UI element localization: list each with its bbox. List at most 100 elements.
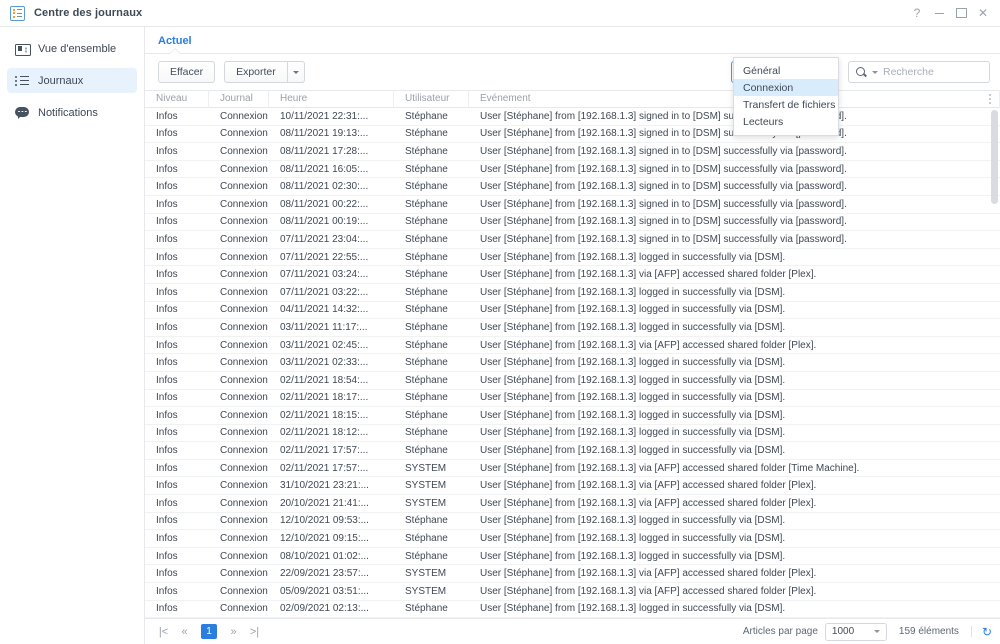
- cell-niveau: Infos: [156, 445, 178, 457]
- table-row[interactable]: Infos Connexion 05/09/2021 03:51:... SYSTEM…: [145, 583, 1000, 601]
- search-input[interactable]: Recherche: [848, 61, 990, 83]
- column-header-niveau[interactable]: Niveau: [145, 90, 209, 108]
- table-row[interactable]: Infos Connexion 12/10/2021 09:15:... Stépha…: [145, 530, 1000, 548]
- table-row[interactable]: Infos Connexion 02/09/2021 02:13:... Stépha…: [145, 601, 1000, 618]
- cell-utilisateur: SYSTEM: [405, 585, 447, 597]
- cell-journal: Connexion: [220, 233, 268, 245]
- cell-heure: 22/09/2021 23:57:...: [280, 568, 369, 580]
- search-placeholder: Recherche: [883, 66, 934, 78]
- cell-journal: Connexion: [220, 392, 268, 404]
- table-row[interactable]: Infos Connexion 20/10/2021 21:41:... SYSTEM…: [145, 495, 1000, 513]
- table-row[interactable]: Infos Connexion 03/11/2021 11:17:... Stépha…: [145, 319, 1000, 337]
- cell-heure: 31/10/2021 23:21:...: [280, 480, 369, 492]
- table-row[interactable]: Infos Connexion 02/11/2021 18:54:... Stépha…: [145, 372, 1000, 390]
- export-dropdown-button[interactable]: [287, 61, 305, 83]
- last-page-icon[interactable]: >|: [244, 624, 265, 640]
- menu-item-general[interactable]: Général: [734, 62, 838, 79]
- cell-journal: Connexion: [220, 145, 268, 157]
- tab-actuel[interactable]: Actuel: [158, 35, 192, 54]
- refresh-icon[interactable]: ↻: [982, 625, 992, 639]
- table-row[interactable]: Infos Connexion 08/10/2021 01:02:... Stépha…: [145, 548, 1000, 566]
- page-number-1[interactable]: 1: [201, 624, 217, 639]
- table-row[interactable]: Infos Connexion 08/11/2021 16:05:... Stépha…: [145, 161, 1000, 179]
- table-scrollbar[interactable]: [991, 110, 998, 204]
- per-page-value: 1000: [831, 626, 855, 637]
- table-row[interactable]: Infos Connexion 12/10/2021 09:53:... Stépha…: [145, 513, 1000, 531]
- logs-icon: [15, 74, 29, 88]
- first-page-icon[interactable]: |<: [153, 624, 174, 640]
- table-header: Niveau Journal Heure Utilisateur Evéneme…: [145, 90, 1000, 108]
- table-row[interactable]: Infos Connexion 31/10/2021 23:21:... SYSTEM…: [145, 477, 1000, 496]
- cell-journal: Connexion: [220, 304, 268, 316]
- cell-heure: 02/11/2021 17:57:...: [280, 462, 369, 474]
- cell-evenement: User [Stéphane] from [192.168.1.3] logge…: [480, 515, 786, 527]
- cell-heure: 08/11/2021 17:28:...: [280, 145, 369, 157]
- table-row[interactable]: Infos Connexion 07/11/2021 22:55:... Stépha…: [145, 249, 1000, 267]
- sidebar: Vue d'ensemble Journaux Notifications: [0, 27, 145, 644]
- cell-utilisateur: SYSTEM: [405, 480, 447, 492]
- menu-item-connexion[interactable]: Connexion: [734, 79, 838, 96]
- cell-journal: Connexion: [220, 603, 268, 615]
- table-row[interactable]: Infos Connexion 02/11/2021 17:57:... Stépha…: [145, 442, 1000, 460]
- table-row[interactable]: Infos Connexion 08/11/2021 00:22:... Stépha…: [145, 196, 1000, 214]
- table-row[interactable]: Infos Connexion 07/11/2021 03:22:... Stépha…: [145, 284, 1000, 302]
- cell-heure: 07/11/2021 03:24:...: [280, 269, 369, 281]
- cell-niveau: Infos: [156, 181, 178, 193]
- clear-button[interactable]: Effacer: [158, 61, 216, 83]
- table-row[interactable]: Infos Connexion 08/11/2021 19:13:... Stépha…: [145, 126, 1000, 144]
- menu-item-transfert-de-fichiers[interactable]: Transfert de fichiers: [734, 96, 838, 113]
- table-row[interactable]: Infos Connexion 08/11/2021 17:28:... Stépha…: [145, 143, 1000, 161]
- table-row[interactable]: Infos Connexion 08/11/2021 02:30:... Stépha…: [145, 178, 1000, 196]
- table-row[interactable]: Infos Connexion 10/11/2021 22:31:... Stépha…: [145, 108, 1000, 126]
- table-row[interactable]: Infos Connexion 08/11/2021 00:19:... Stépha…: [145, 214, 1000, 232]
- sidebar-item-label: Notifications: [38, 106, 98, 119]
- log-type-dropdown-menu: Général Connexion Transfert de fichiers …: [733, 57, 839, 136]
- cell-heure: 08/11/2021 16:05:...: [280, 163, 369, 175]
- next-page-icon[interactable]: »: [223, 624, 244, 640]
- column-options-icon[interactable]: [989, 94, 992, 106]
- table-row[interactable]: Infos Connexion 02/11/2021 18:15:... Stépha…: [145, 407, 1000, 425]
- per-page-select[interactable]: 1000: [824, 622, 887, 641]
- cell-journal: Connexion: [220, 515, 268, 527]
- cell-evenement: User [Stéphane] from [192.168.1.3] via […: [480, 497, 817, 509]
- column-header-utilisateur[interactable]: Utilisateur: [394, 90, 469, 108]
- cell-evenement: User [Stéphane] from [192.168.1.3] signe…: [480, 216, 847, 228]
- cell-utilisateur: Stéphane: [405, 251, 448, 263]
- cell-utilisateur: SYSTEM: [405, 462, 447, 474]
- minimize-icon[interactable]: [928, 2, 950, 24]
- cell-utilisateur: Stéphane: [405, 603, 448, 615]
- cell-utilisateur: Stéphane: [405, 515, 448, 527]
- pagination-right: Articles par page 1000 159 éléments ↻: [743, 622, 992, 641]
- sidebar-item-label: Journaux: [38, 74, 84, 87]
- table-row[interactable]: Infos Connexion 07/11/2021 23:04:... Stépha…: [145, 231, 1000, 249]
- export-button[interactable]: Exporter: [224, 61, 288, 83]
- table-row[interactable]: Infos Connexion 04/11/2021 14:32:... Stépha…: [145, 302, 1000, 320]
- table-row[interactable]: Infos Connexion 07/11/2021 03:24:... Stépha…: [145, 266, 1000, 284]
- cell-evenement: User [Stéphane] from [192.168.1.3] via […: [480, 480, 817, 492]
- table-row[interactable]: Infos Connexion 02/11/2021 18:12:... Stépha…: [145, 425, 1000, 443]
- cell-utilisateur: Stéphane: [405, 409, 448, 421]
- table-row[interactable]: Infos Connexion 22/09/2021 23:57:... SYSTEM…: [145, 565, 1000, 584]
- cell-heure: 07/11/2021 23:04:...: [280, 233, 369, 245]
- cell-journal: Connexion: [220, 128, 268, 140]
- cell-evenement: User [Stéphane] from [192.168.1.3] signe…: [480, 198, 847, 210]
- maximize-icon[interactable]: [950, 2, 972, 24]
- search-icon: [856, 66, 868, 78]
- column-header-journal[interactable]: Journal: [209, 90, 269, 108]
- sidebar-item-notifications[interactable]: Notifications: [7, 100, 137, 125]
- previous-page-icon[interactable]: «: [174, 624, 195, 640]
- table-row[interactable]: Infos Connexion 02/11/2021 17:57:... SYSTEM…: [145, 460, 1000, 478]
- menu-item-lecteurs[interactable]: Lecteurs: [734, 113, 838, 130]
- cell-niveau: Infos: [156, 568, 178, 580]
- sidebar-item-journaux[interactable]: Journaux: [7, 68, 137, 93]
- table-row[interactable]: Infos Connexion 03/11/2021 02:33:... Stépha…: [145, 354, 1000, 372]
- help-icon[interactable]: ?: [906, 2, 928, 24]
- table-row[interactable]: Infos Connexion 03/11/2021 02:45:... Stépha…: [145, 337, 1000, 355]
- table-row[interactable]: Infos Connexion 02/11/2021 18:17:... Stépha…: [145, 390, 1000, 408]
- close-icon[interactable]: ✕: [972, 2, 994, 24]
- cell-heure: 10/11/2021 22:31:...: [280, 110, 369, 122]
- chevron-down-icon[interactable]: [872, 70, 878, 74]
- column-header-heure[interactable]: Heure: [269, 90, 394, 108]
- cell-utilisateur: Stéphane: [405, 550, 448, 562]
- sidebar-item-overview[interactable]: Vue d'ensemble: [7, 36, 137, 61]
